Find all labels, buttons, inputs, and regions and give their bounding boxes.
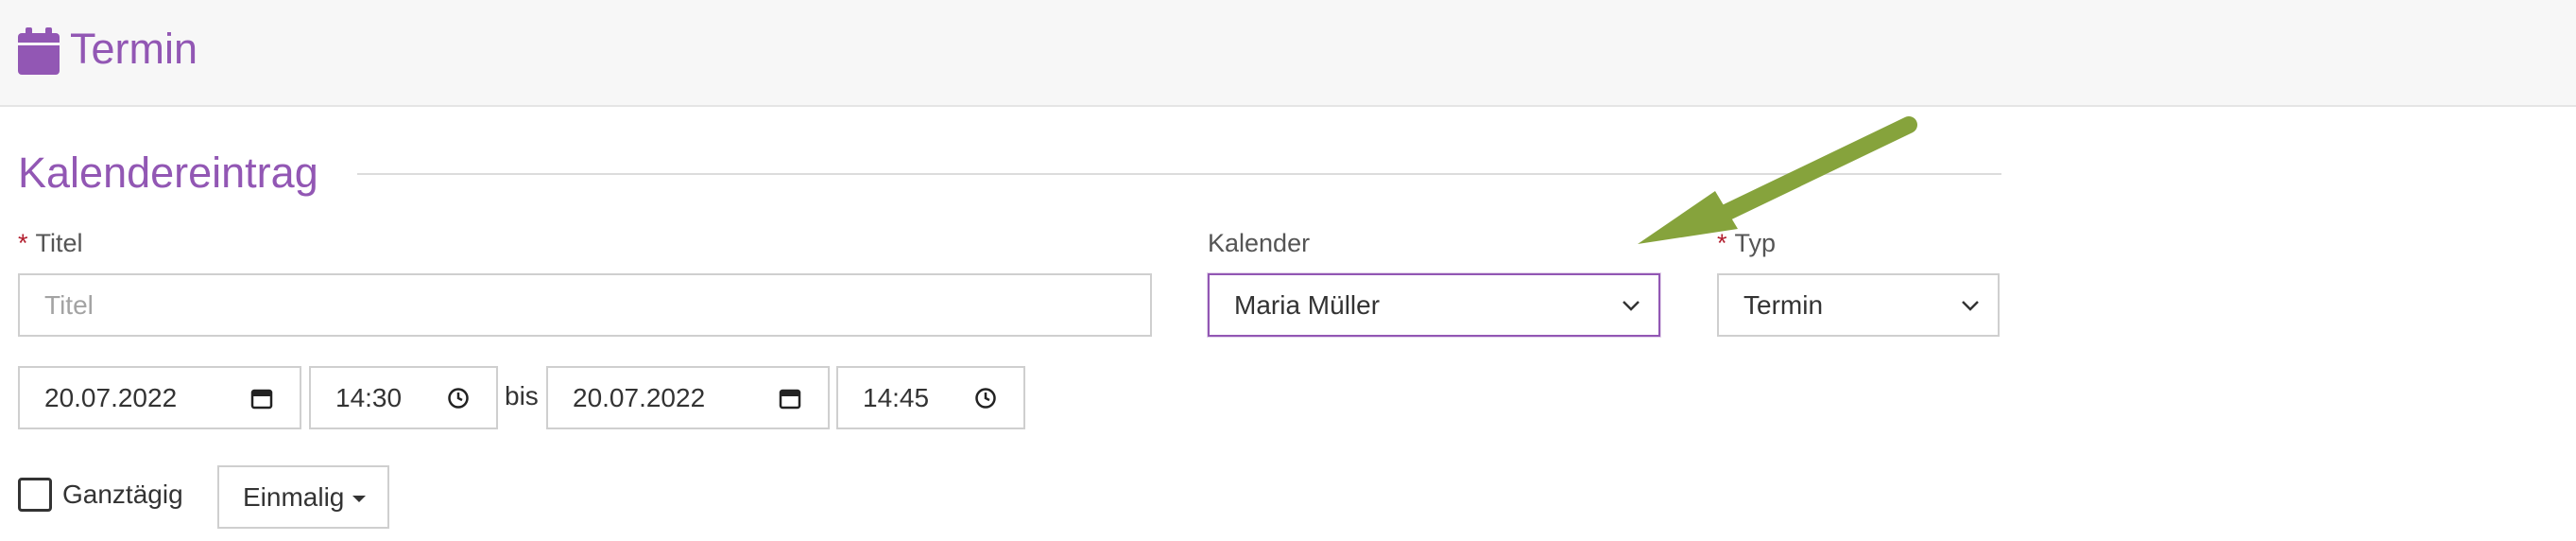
allday-label[interactable]: Ganztägig — [62, 478, 183, 512]
title-label: * Titel — [18, 227, 83, 259]
annotation-arrow-shaft — [1711, 116, 1917, 224]
end-time-value: 14:45 — [863, 382, 930, 412]
type-select-value: Termin — [1743, 289, 1824, 320]
end-date-value: 20.07.2022 — [573, 382, 706, 412]
page-header: Termin — [0, 0, 2576, 107]
allday-checkbox[interactable] — [18, 478, 52, 512]
section-legend: Kalendereintrag — [18, 148, 318, 197]
start-date-input[interactable]: 20.07.2022 — [18, 366, 301, 429]
start-date-value: 20.07.2022 — [44, 382, 178, 412]
type-select[interactable]: Termin — [1717, 273, 2000, 337]
start-time-input[interactable]: 14:30 — [309, 366, 498, 429]
type-label: * Typ — [1717, 227, 1776, 259]
page-title: Termin — [70, 25, 198, 73]
section-divider — [357, 173, 2001, 175]
recurrence-dropdown-button[interactable]: Einmalig — [217, 465, 389, 529]
clock-icon[interactable] — [974, 387, 997, 410]
caret-down-icon — [352, 496, 366, 502]
title-placeholder: Titel — [44, 289, 94, 320]
title-input[interactable]: Titel — [18, 273, 1152, 337]
calendar-icon[interactable] — [779, 387, 801, 410]
calendar-icon[interactable] — [250, 387, 273, 410]
clock-icon[interactable] — [447, 387, 470, 410]
calendar-select[interactable]: Maria Müller — [1208, 273, 1660, 337]
title-label-text: Titel — [35, 229, 83, 257]
type-label-text: Typ — [1734, 229, 1777, 257]
required-mark: * — [1717, 229, 1727, 257]
chevron-down-icon — [1962, 300, 1979, 311]
calendar-select-value: Maria Müller — [1234, 289, 1381, 320]
required-mark: * — [18, 229, 28, 257]
chevron-down-icon — [1623, 300, 1640, 311]
start-time-value: 14:30 — [335, 382, 403, 412]
calendar-label: Kalender — [1208, 229, 1311, 257]
range-separator: bis — [505, 381, 539, 410]
recurrence-label: Einmalig — [243, 481, 345, 512]
calendar-icon — [18, 27, 60, 75]
end-time-input[interactable]: 14:45 — [836, 366, 1025, 429]
end-date-input[interactable]: 20.07.2022 — [546, 366, 830, 429]
